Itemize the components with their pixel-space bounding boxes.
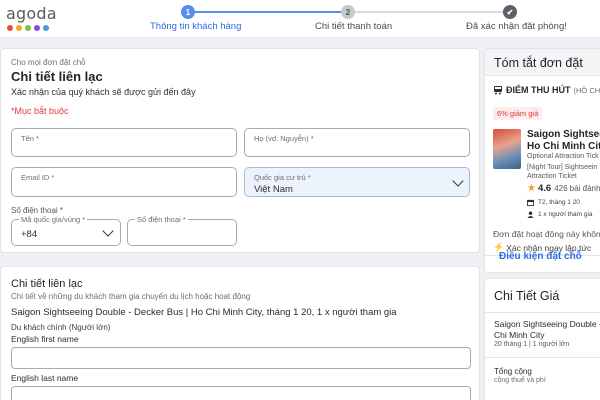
category-location: (HỒ CHÍ M: [573, 85, 600, 95]
operator-note: Đơn đặt hoạt động này không: [493, 229, 600, 239]
logo-dot-red: [7, 25, 13, 31]
contact-subtitle: Xác nhận của quý khách sẽ được gửi đến đ…: [11, 87, 196, 97]
progress-line-done: [188, 11, 348, 13]
rating-row: ★ 4.6 426 bài đánh: [527, 183, 600, 194]
guest-count: 1 x người tham gia: [538, 211, 593, 218]
logo-dot-green: [25, 25, 31, 31]
tour-line1: [Night Tour] Sightseein: [527, 164, 598, 171]
attraction-category: ĐIỂM THU HÚT (HỒ CHÍ M: [493, 85, 600, 95]
top-header: agoda 1 Thông tin khách hàng 2 Chi tiết …: [0, 0, 600, 38]
tax-note: cộng thuế và phí: [494, 377, 546, 384]
date-row: T2, tháng 1 20: [527, 199, 580, 206]
category-label: ĐIỂM THU HÚT: [506, 85, 571, 95]
tour-line2: Attraction Ticket: [527, 173, 577, 180]
step-3-label: Đã xác nhận đặt phòng!: [466, 21, 567, 32]
contact-kicker: Cho mọi đơn đặt chỗ: [11, 58, 86, 67]
contact-details-card: Cho mọi đơn đặt chỗ Chi tiết liên lạc Xá…: [0, 48, 480, 253]
country-select[interactable]: Quốc gia cư trú * Việt Nam: [244, 167, 470, 197]
price-divider: [485, 312, 600, 313]
logo-dot-blue: [43, 25, 49, 31]
booking-conditions-link[interactable]: Điều kiện đặt chỗ: [499, 251, 582, 262]
star-icon: ★: [527, 183, 536, 194]
phone-section-label: Số điện thoại *: [11, 206, 64, 215]
english-last-name-label: English last name: [11, 373, 79, 383]
step-1-label: Thông tin khách hàng: [150, 21, 242, 32]
attraction-option: Optional Attraction Tick: [527, 153, 599, 160]
booking-summary-card: Tóm tắt đơn đặt ĐIỂM THU HÚT (HỒ CHÍ M 6…: [484, 48, 600, 273]
contact-title: Chi tiết liên lạc: [11, 69, 103, 84]
email-label: Email ID *: [21, 173, 55, 182]
chevron-down-icon: [102, 225, 114, 237]
step-2-circle: 2: [341, 5, 355, 19]
first-name-label: Tên *: [21, 134, 39, 143]
attraction-name[interactable]: Saigon Sightseeing Ho Chi Minh City: [527, 129, 600, 153]
english-first-name-input[interactable]: [11, 347, 471, 369]
booking-date: T2, tháng 1 20: [538, 199, 580, 206]
country-code-select[interactable]: Mã quốc gia/vùng * +84: [11, 215, 121, 246]
country-label: Quốc gia cư trú *: [254, 173, 311, 182]
main-traveler-label: Du khách chính (Người lớn): [11, 323, 111, 332]
total-label: Tổng cộng: [494, 367, 532, 376]
phone-number-field[interactable]: Số điện thoại *: [127, 215, 237, 246]
step-3-circle: ✔: [503, 5, 517, 19]
summary-header: Tóm tắt đơn đặt: [485, 49, 600, 76]
review-count: 426 bài đánh: [554, 184, 600, 193]
attraction-name-line2: Ho Chi Minh City: [527, 141, 600, 152]
required-note: *Mục bắt buộc: [11, 106, 69, 116]
user-icon: [527, 211, 534, 218]
english-last-name-input[interactable]: [11, 386, 471, 400]
first-name-field[interactable]: Tên *: [11, 128, 237, 157]
logo-dot-purple: [34, 25, 40, 31]
english-first-name-label: English first name: [11, 334, 79, 344]
country-code-label: Mã quốc gia/vùng *: [19, 215, 88, 224]
guests-row: 1 x người tham gia: [527, 211, 593, 218]
summary-title: Tóm tắt đơn đặt: [494, 56, 583, 70]
price-title: Chi Tiết Giá: [494, 289, 560, 303]
logo-dot-orange: [16, 25, 22, 31]
chevron-down-icon: [452, 175, 464, 187]
logo-dots: [6, 25, 57, 31]
country-code-value: +84: [21, 229, 38, 240]
step-2-label: Chi tiết thanh toán: [315, 21, 393, 32]
progress-line-pending: [348, 11, 510, 13]
participant-subtitle: Chi tiết về những du khách tham gia chuy…: [11, 292, 251, 301]
price-item: Saigon Sightseeing Double - D Chi Minh C…: [494, 319, 600, 341]
step-1-circle: 1: [181, 5, 195, 19]
price-item-line1: Saigon Sightseeing Double - D: [494, 319, 600, 329]
price-details-card: Chi Tiết Giá Saigon Sightseeing Double -…: [484, 278, 600, 400]
last-name-label: Họ (vd: Nguyễn) *: [254, 134, 314, 143]
phone-number-label: Số điện thoại *: [135, 215, 188, 224]
last-name-field[interactable]: Họ (vd: Nguyễn) *: [244, 128, 470, 157]
attraction-thumbnail: [493, 129, 521, 169]
bus-icon: [494, 86, 502, 95]
participant-title: Chi tiết liên lạc: [11, 278, 83, 290]
participant-details-card: Chi tiết liên lạc Chi tiết về những du k…: [0, 266, 480, 400]
tour-description: [Night Tour] Sightseein Attraction Ticke…: [527, 163, 597, 181]
agoda-logo[interactable]: agoda: [6, 6, 57, 31]
price-item-meta: 20 tháng 1 | 1 người lớn: [494, 341, 570, 348]
country-value: Việt Nam: [254, 184, 293, 195]
price-divider-2: [485, 357, 600, 358]
calendar-icon: [527, 199, 534, 206]
rating-score: 4.6: [537, 183, 552, 194]
price-item-line2: Chi Minh City: [494, 330, 545, 340]
attraction-name-line1: Saigon Sightseeing: [527, 129, 600, 140]
logo-text: agoda: [6, 4, 57, 23]
discount-badge: 6% giảm giá: [493, 107, 543, 120]
email-field[interactable]: Email ID *: [11, 167, 237, 197]
activity-summary: Saigon Sightseeing Double - Decker Bus |…: [11, 307, 397, 318]
